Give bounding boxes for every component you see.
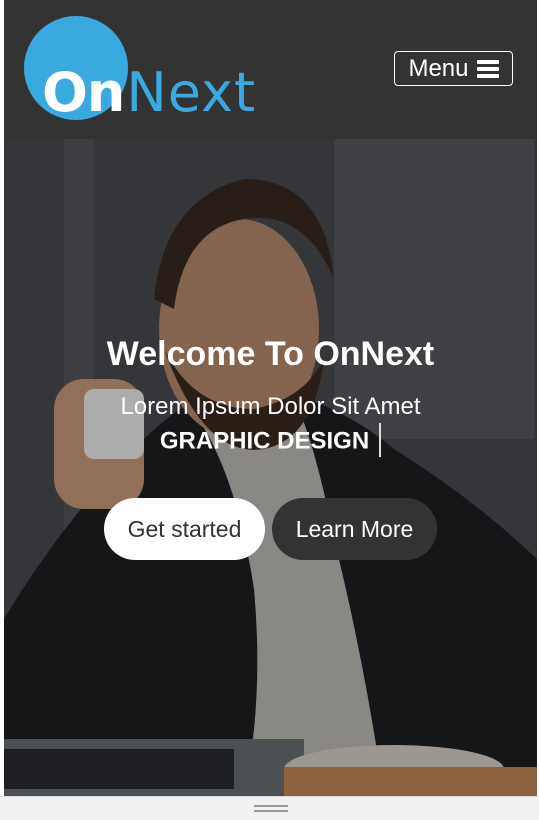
learn-more-button[interactable]: Learn More xyxy=(272,498,437,560)
app-frame: OnNext Menu Welcome To OnNext Lorem Ipsu… xyxy=(4,0,537,796)
menu-label: Menu xyxy=(408,54,469,82)
logo-wordmark: OnNext xyxy=(42,66,256,120)
typing-cursor xyxy=(379,423,382,457)
hero-subtitle: Lorem Ipsum Dolor Sit Amet xyxy=(120,393,421,420)
site-header: OnNext Menu xyxy=(4,0,537,139)
hero-section: Welcome To OnNext Lorem Ipsum Dolor Sit … xyxy=(4,139,537,796)
menu-button[interactable]: Menu xyxy=(394,51,513,86)
logo-word-next: Next xyxy=(126,61,257,124)
hero-title: Welcome To OnNext xyxy=(106,335,435,373)
hamburger-icon xyxy=(476,57,499,81)
get-started-button[interactable]: Get started xyxy=(104,498,265,560)
hero-typed-line: GRAPHIC DESIGN xyxy=(4,423,537,457)
logo-letter-o: O xyxy=(42,61,89,124)
typed-text: GRAPHIC DESIGN xyxy=(159,427,370,455)
onnext-logo[interactable]: OnNext xyxy=(24,16,284,126)
hero-content: Welcome To OnNext Lorem Ipsum Dolor Sit … xyxy=(4,139,537,796)
bottom-drag-bar[interactable] xyxy=(0,796,539,820)
logo-letter-n: n xyxy=(86,61,127,124)
drag-handle-icon[interactable] xyxy=(254,805,288,815)
